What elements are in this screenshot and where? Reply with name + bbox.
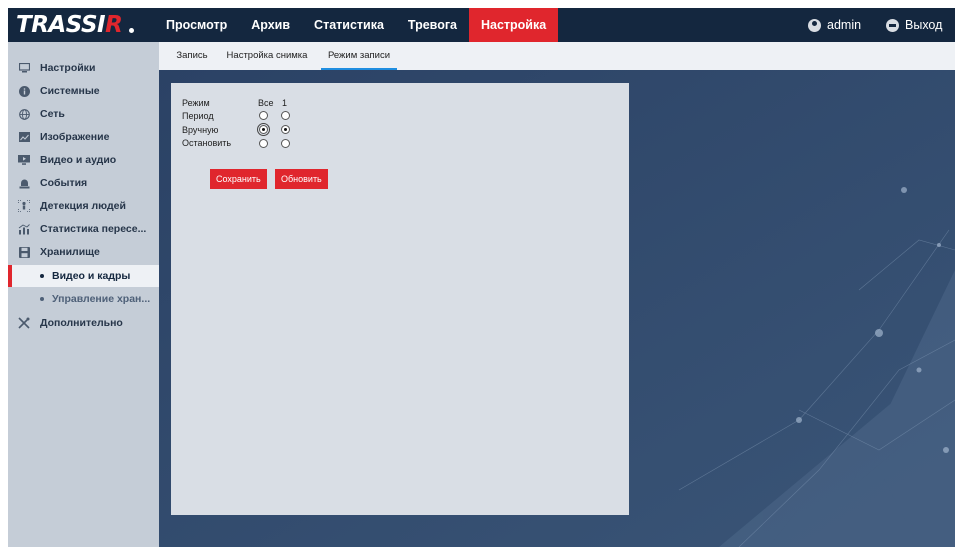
sidebar-item-network[interactable]: Сеть — [8, 103, 159, 125]
person-detection-icon — [18, 200, 30, 212]
sidebar-item-label: Статистика пересе... — [40, 223, 147, 235]
logout-label: Выход — [905, 18, 943, 32]
sidebar-item-label: Сеть — [40, 108, 65, 120]
user-menu[interactable]: admin — [808, 8, 861, 42]
save-icon — [18, 246, 30, 258]
nav-view[interactable]: Просмотр — [154, 8, 239, 42]
user-name: admin — [827, 18, 862, 32]
sidebar-item-person-detection[interactable]: Детекция людей — [8, 195, 159, 217]
sidebar-item-advanced[interactable]: Дополнительно — [8, 312, 159, 334]
nav-alarm[interactable]: Тревога — [396, 8, 469, 42]
top-navigation-bar: TRASSIR Просмотр Архив Статистика Тревог… — [8, 8, 955, 42]
tab-record-mode[interactable]: Режим записи — [321, 42, 397, 70]
radio-stop-all[interactable] — [259, 139, 268, 148]
sidebar-item-label: Системные — [40, 85, 100, 97]
row-stop-label: Остановить — [182, 138, 232, 148]
tab-record[interactable]: Запись — [172, 42, 212, 70]
sidebar-item-label: Детекция людей — [40, 200, 126, 212]
sidebar-subitem-label: Видео и кадры — [52, 270, 131, 282]
tools-icon — [18, 317, 30, 329]
sidebar-item-system[interactable]: Системные — [8, 80, 159, 102]
video-icon — [18, 154, 30, 166]
globe-icon — [18, 108, 30, 120]
sidebar-subitem-storage-management[interactable]: Управление хран... — [8, 288, 159, 310]
monitor-icon — [18, 62, 30, 74]
row-manual-label: Вручную — [182, 125, 219, 135]
main-nav: Просмотр Архив Статистика Тревога Настро… — [154, 8, 559, 42]
radio-manual-all[interactable] — [257, 123, 270, 136]
nav-statistics[interactable]: Статистика — [302, 8, 396, 42]
save-button[interactable]: Сохранить — [210, 169, 267, 189]
row-period-label: Период — [182, 111, 214, 121]
logo-accent-letter: R — [105, 12, 123, 38]
column-all-header: Все — [258, 98, 274, 108]
nav-settings[interactable]: Настройка — [468, 8, 559, 42]
mode-header-label: Режим — [182, 98, 210, 108]
sidebar-item-settings[interactable]: Настройки — [8, 57, 159, 79]
radio-period-all[interactable] — [259, 111, 268, 120]
bullet-icon — [40, 297, 44, 301]
logo-text: TRASSI — [16, 12, 106, 38]
alarm-icon — [18, 177, 30, 189]
sidebar-item-video-audio[interactable]: Видео и аудио — [8, 149, 159, 171]
radio-period-channel1[interactable] — [281, 111, 290, 120]
settings-tabs: Запись Настройка снимка Режим записи — [159, 42, 955, 70]
record-mode-panel: Режим Все 1 Период Вручную Остановить Со… — [171, 83, 629, 515]
column-channel1-header: 1 — [282, 98, 288, 108]
sidebar-subitem-video-frames[interactable]: Видео и кадры — [8, 265, 159, 287]
sidebar-subitem-label: Управление хран... — [52, 293, 151, 305]
sidebar-item-label: Видео и аудио — [40, 154, 117, 166]
logout-button[interactable]: Выход — [886, 8, 942, 42]
chart-icon — [18, 223, 30, 235]
user-icon — [808, 18, 821, 32]
info-icon — [18, 85, 30, 97]
sidebar-item-label: Настройки — [40, 62, 96, 74]
radio-manual-channel1[interactable] — [281, 125, 290, 134]
sidebar-item-crossing-statistics[interactable]: Статистика пересе... — [8, 218, 159, 240]
tab-snapshot-settings[interactable]: Настройка снимка — [225, 42, 309, 70]
trassir-logo: TRASSIR — [16, 12, 138, 38]
sidebar-item-label: События — [40, 177, 88, 189]
refresh-button[interactable]: Обновить — [275, 169, 328, 189]
radio-stop-channel1[interactable] — [281, 139, 290, 148]
sidebar-item-image[interactable]: Изображение — [8, 126, 159, 148]
sidebar-item-events[interactable]: События — [8, 172, 159, 194]
logout-icon — [886, 18, 899, 32]
sidebar: Настройки Системные Сеть Изображение Вид… — [8, 42, 159, 547]
sidebar-item-label: Хранилище — [40, 246, 100, 258]
logo-dot — [129, 28, 134, 33]
sidebar-item-storage[interactable]: Хранилище — [8, 241, 159, 263]
sidebar-item-label: Дополнительно — [40, 317, 123, 329]
sidebar-item-label: Изображение — [40, 131, 110, 143]
app-window: TRASSIR Просмотр Архив Статистика Тревог… — [8, 8, 955, 547]
nav-archive[interactable]: Архив — [239, 8, 302, 42]
image-icon — [18, 131, 30, 143]
bullet-icon — [40, 274, 44, 278]
